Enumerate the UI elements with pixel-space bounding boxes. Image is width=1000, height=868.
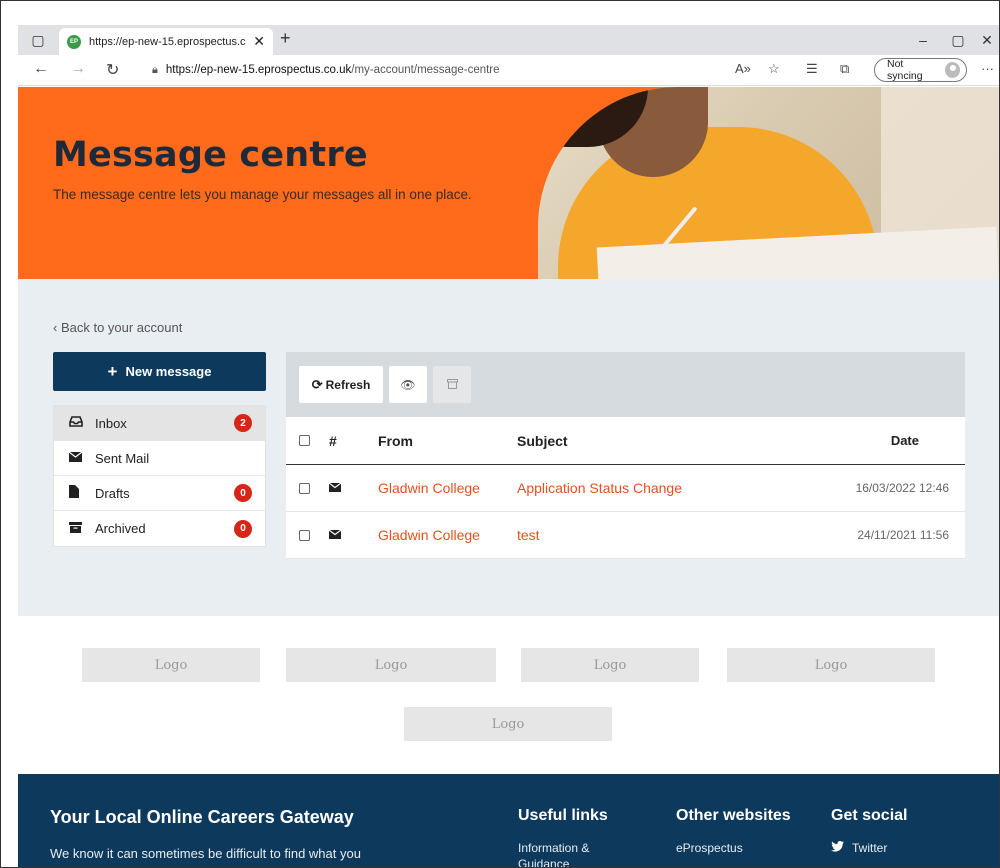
page-title: Message centre (53, 135, 368, 175)
folder-label: Archived (95, 521, 146, 536)
row-checkbox[interactable] (299, 529, 310, 541)
browser-tab[interactable]: EP https://ep-new-15.eprospectus.c ✕ (59, 28, 273, 55)
message-table: # From Subject Date Gladwin College Appl… (286, 417, 965, 559)
footer-link[interactable]: Information & Guidance (518, 840, 628, 867)
message-from[interactable]: Gladwin College (378, 527, 517, 543)
back-icon[interactable]: ← (33, 60, 49, 78)
new-tab-icon[interactable]: + (280, 28, 291, 49)
close-window-icon[interactable]: ✕ (973, 25, 999, 55)
message-subject[interactable]: test (517, 527, 837, 543)
favorite-add-icon[interactable]: ☆ (768, 61, 780, 77)
partner-logo[interactable]: Logo (521, 648, 699, 682)
partner-logo[interactable]: Logo (727, 648, 935, 682)
folder-label: Inbox (95, 415, 127, 431)
partner-logo[interactable]: Logo (286, 648, 496, 682)
collections-icon[interactable]: ⧉ (840, 61, 849, 77)
archive-icon (69, 521, 87, 536)
message-date: 16/03/2022 12:46 (855, 481, 949, 495)
new-message-button[interactable]: + New message (53, 352, 266, 391)
footer-heading: Your Local Online Careers Gateway (50, 807, 354, 827)
drafts-count-badge: 0 (234, 484, 252, 502)
url-path: /my-account/message-centre (351, 64, 500, 76)
read-aloud-icon[interactable]: A» (735, 61, 751, 76)
select-all-checkbox[interactable] (299, 435, 310, 446)
folder-inbox[interactable]: Inbox 2 (54, 406, 265, 441)
sync-label: Not syncing (887, 58, 923, 82)
folder-sent-mail[interactable]: Sent Mail (54, 441, 265, 476)
refresh-button[interactable]: ⟳ Refresh (299, 366, 383, 403)
page-subtitle: The message centre lets you manage your … (53, 187, 472, 202)
folder-label: Drafts (95, 485, 130, 501)
site-footer: Your Local Online Careers Gateway We kno… (18, 774, 999, 867)
back-to-account-link[interactable]: ‹ Back to your account (53, 320, 182, 335)
table-row[interactable]: Gladwin College Application Status Chang… (286, 465, 965, 512)
useful-links-heading: Useful links (518, 807, 608, 824)
twitter-label: Twitter (852, 841, 888, 855)
hero-banner: Message centre The message centre lets y… (18, 87, 999, 279)
table-header: # From Subject Date (286, 417, 965, 465)
new-message-label: New message (125, 364, 212, 379)
maximize-icon[interactable]: ▢ (938, 25, 978, 55)
twitter-icon (831, 840, 844, 856)
plus-icon: + (107, 361, 118, 381)
avatar-icon (944, 62, 960, 78)
col-from: From (378, 432, 413, 449)
file-icon (69, 485, 87, 501)
hero-image (538, 87, 999, 279)
footer-description: We know it can sometimes be difficult to… (50, 846, 361, 861)
row-checkbox[interactable] (299, 482, 310, 494)
folder-label: Sent Mail (95, 450, 150, 466)
mark-read-button[interactable]: 👁︎ (389, 366, 427, 403)
partner-logo[interactable]: Logo (404, 707, 612, 741)
more-icon[interactable]: ··· (981, 61, 994, 76)
table-row[interactable]: Gladwin College test 24/11/2021 11:56 (286, 512, 965, 559)
col-date: Date (890, 433, 919, 448)
eye-icon: 👁︎ (400, 377, 416, 392)
url-field[interactable]: 🔒︎ https://ep-new-15.eprospectus.co.uk/m… (140, 59, 720, 81)
browser-window: ▢ EP https://ep-new-15.eprospectus.c ✕ +… (0, 0, 1000, 868)
archive-button[interactable] (433, 366, 471, 403)
refresh-label: Refresh (325, 377, 371, 392)
folder-archived[interactable]: Archived 0 (54, 511, 265, 546)
other-websites-heading: Other websites (676, 807, 791, 824)
minimize-icon[interactable]: – (903, 25, 943, 55)
archive-icon (446, 378, 458, 392)
reload-icon[interactable]: ↻ (106, 60, 119, 80)
forward-icon[interactable]: → (70, 60, 86, 78)
url-host: https://ep-new-15.eprospectus.co.uk (165, 64, 352, 76)
tab-title: https://ep-new-15.eprospectus.c (89, 35, 246, 48)
col-subject: Subject (517, 432, 568, 449)
refresh-icon: ⟳ (311, 376, 323, 392)
archived-count-badge: 0 (234, 519, 252, 538)
page-content: Message centre The message centre lets y… (18, 87, 999, 867)
partner-logo[interactable]: Logo (82, 648, 260, 682)
address-bar-row: ← → ↻ 🔒︎ https://ep-new-15.eprospectus.c… (18, 55, 999, 86)
message-subject[interactable]: Application Status Change (517, 480, 837, 496)
favicon-icon: EP (67, 34, 81, 49)
folder-list: Inbox 2 Sent Mail Drafts 0 Archived 0 (53, 405, 266, 547)
lock-icon: 🔒︎ (152, 63, 158, 76)
footer-link[interactable]: eProspectus (676, 840, 743, 856)
message-panel: ⟳ Refresh 👁︎ # From Subject Date Gladwin… (286, 352, 965, 562)
close-tab-icon[interactable]: ✕ (253, 33, 265, 50)
get-social-heading: Get social (831, 807, 908, 824)
message-toolbar: ⟳ Refresh 👁︎ (286, 352, 965, 417)
message-from[interactable]: Gladwin College (378, 480, 517, 496)
col-number: # (329, 432, 337, 449)
tab-bar: ▢ EP https://ep-new-15.eprospectus.c ✕ +… (18, 25, 999, 55)
unread-count-badge: 2 (234, 414, 252, 432)
folder-drafts[interactable]: Drafts 0 (54, 476, 265, 511)
partner-logos: Logo Logo Logo Logo Logo (18, 616, 999, 774)
envelope-icon (68, 451, 87, 465)
profile-sync-button[interactable]: Not syncing (874, 58, 967, 82)
twitter-link[interactable]: Twitter (831, 840, 887, 856)
inbox-icon (69, 416, 87, 430)
envelope-icon (328, 481, 378, 495)
favorites-icon[interactable]: ☰ (806, 61, 818, 77)
tab-actions-icon[interactable]: ▢ (18, 25, 58, 55)
message-date: 24/11/2021 11:56 (857, 528, 949, 542)
envelope-icon (328, 528, 378, 542)
